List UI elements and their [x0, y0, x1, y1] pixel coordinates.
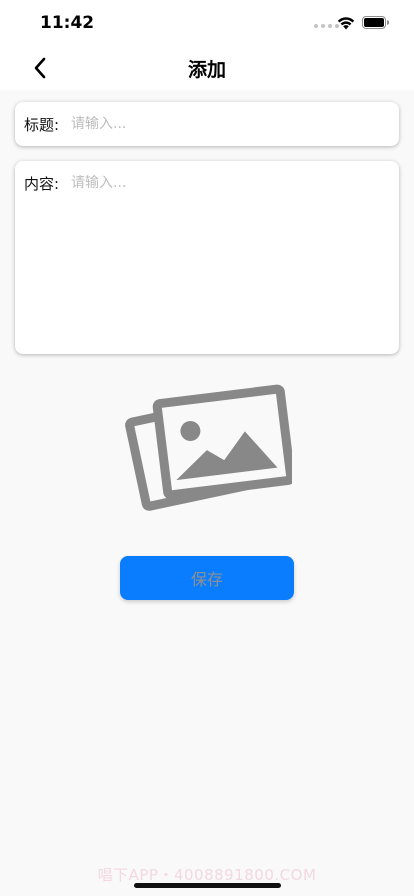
page-title: 添加 [187, 59, 226, 81]
title-input[interactable] [71, 113, 389, 135]
content-card: 内容: [15, 161, 399, 354]
status-time: 11:42 [40, 13, 95, 33]
image-picker[interactable] [124, 384, 296, 514]
watermark: 唱下APP・4008891800.COM [97, 866, 317, 884]
title-label: 标题: [24, 116, 60, 134]
status-bar: 11:42 [0, 0, 414, 46]
images-icon [125, 384, 296, 511]
battery-icon [362, 16, 389, 29]
wifi-icon [337, 17, 355, 30]
signal-icon [314, 24, 339, 28]
save-button[interactable]: 保存 [120, 556, 294, 600]
home-indicator [134, 883, 281, 888]
content-label: 内容: [24, 175, 60, 193]
title-card: 标题: [15, 102, 399, 146]
nav-bar: 添加 [0, 46, 414, 90]
content-input[interactable] [71, 172, 389, 342]
